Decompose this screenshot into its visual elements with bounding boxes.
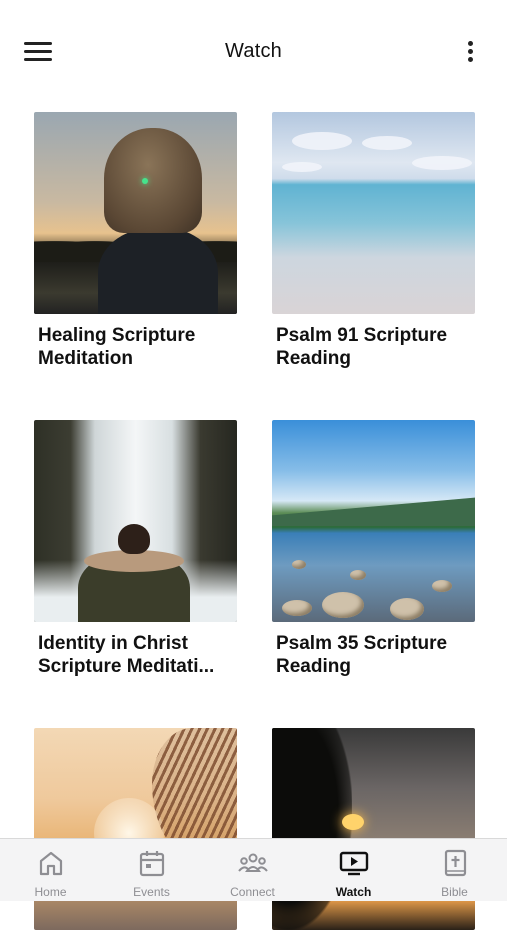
tab-label: Home — [34, 885, 67, 899]
tab-events[interactable]: Events — [101, 839, 202, 901]
video-card-healing[interactable]: Healing Scripture Meditation — [34, 112, 237, 370]
video-card-5[interactable] — [34, 728, 237, 940]
tab-label: Connect — [230, 885, 275, 899]
tab-label: Watch — [335, 885, 372, 899]
tab-bible[interactable]: Bible — [404, 839, 505, 901]
calendar-icon — [139, 851, 164, 877]
video-title: Healing Scripture Meditation — [38, 325, 196, 369]
video-thumbnail — [34, 112, 237, 314]
video-thumbnail — [272, 420, 475, 622]
tv-play-icon — [339, 851, 368, 876]
video-thumbnail — [272, 112, 475, 314]
video-card-6[interactable] — [272, 728, 475, 940]
bible-cross-icon — [444, 849, 466, 877]
video-card-psalm-35[interactable]: Psalm 35 Scripture Reading — [272, 420, 475, 678]
bottom-tab-bar: Home Events Connect Watch Bible — [0, 838, 507, 901]
video-card-psalm-91[interactable]: Psalm 91 Scripture Reading — [272, 112, 475, 370]
video-title: Psalm 35 Scripture Reading — [276, 633, 448, 677]
people-group-icon — [237, 853, 268, 872]
video-title: Psalm 91 Scripture Reading — [276, 325, 448, 369]
page-title: Watch — [225, 40, 282, 62]
home-icon — [39, 851, 62, 876]
video-title: Identity in Christ Scripture Meditati... — [38, 633, 215, 677]
tab-home[interactable]: Home — [0, 839, 101, 901]
app-header: Watch — [0, 0, 507, 100]
video-thumbnail — [34, 420, 237, 622]
more-options-icon[interactable] — [465, 39, 475, 67]
tab-label: Bible — [441, 885, 468, 899]
tab-connect[interactable]: Connect — [202, 839, 303, 901]
tab-label: Events — [133, 885, 170, 899]
video-card-identity-in-christ[interactable]: Identity in Christ Scripture Meditati... — [34, 420, 237, 678]
tab-watch[interactable]: Watch — [303, 839, 404, 901]
